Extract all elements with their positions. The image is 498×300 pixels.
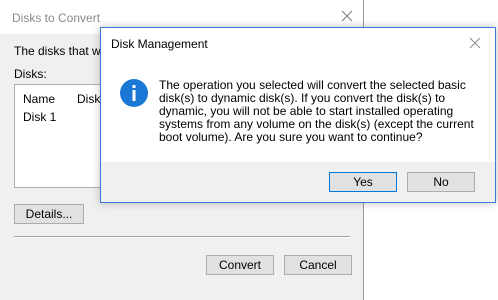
- close-icon[interactable]: [340, 9, 354, 23]
- divider: [14, 236, 350, 238]
- disks-label: Disks:: [14, 67, 47, 81]
- no-button[interactable]: No: [407, 172, 475, 192]
- info-icon: [119, 78, 149, 108]
- yes-button[interactable]: Yes: [329, 172, 397, 192]
- bg-dialog-title: Disks to Convert: [12, 11, 101, 25]
- modal-title: Disk Management: [111, 37, 208, 51]
- modal-body: The operation you selected will convert …: [101, 58, 495, 162]
- column-header-disk[interactable]: Disk: [77, 92, 100, 106]
- details-button[interactable]: Details...: [14, 204, 84, 224]
- modal-message: The operation you selected will convert …: [159, 78, 474, 144]
- cancel-button[interactable]: Cancel: [284, 255, 352, 275]
- modal-titlebar: Disk Management: [101, 28, 495, 58]
- list-item[interactable]: Disk 1: [23, 110, 56, 124]
- close-icon[interactable]: [469, 37, 481, 49]
- convert-button[interactable]: Convert: [206, 255, 274, 275]
- column-header-name[interactable]: Name: [23, 92, 55, 106]
- disk-management-modal: Disk Management The operation you select…: [100, 27, 496, 203]
